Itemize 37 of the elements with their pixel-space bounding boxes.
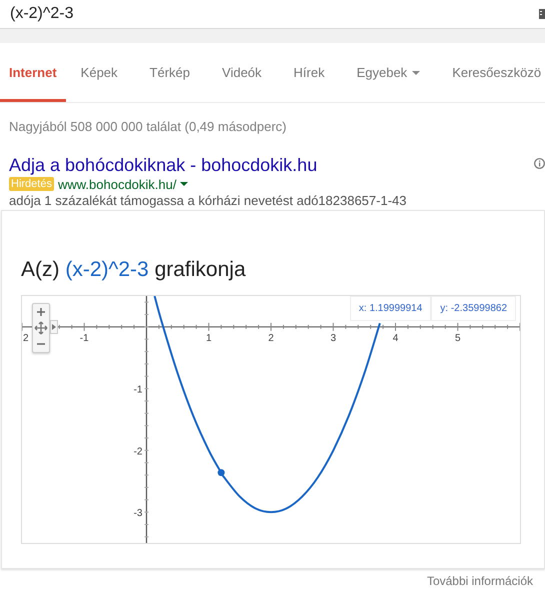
ad-badge: Hirdetés — [9, 177, 54, 191]
cursor-point[interactable] — [218, 469, 225, 476]
axis-tick-label: 3 — [330, 332, 336, 344]
expand-button[interactable] — [50, 320, 58, 334]
tab[interactable]: Videók — [222, 43, 262, 102]
tab[interactable]: Képek — [80, 43, 118, 102]
dropdown-caret-icon[interactable] — [180, 182, 188, 186]
axis-tick-label: -1 — [134, 384, 142, 396]
axis-tick-label: -1 — [80, 332, 89, 344]
info-icon[interactable] — [534, 158, 545, 169]
axis-tick-label: -2 — [134, 446, 142, 458]
ad-description: adója 1 százalékát támogassa a kórházi nevetést adó18238657-1-43 — [9, 192, 408, 210]
plus-icon — [36, 307, 46, 317]
graph-title: A(z) (x-2)^2-3 grafikonja — [21, 257, 246, 283]
axis-tick-label: 4 — [392, 332, 398, 344]
tab[interactable]: Egyebek — [356, 43, 420, 102]
tab[interactable]: Internet — [0, 43, 66, 102]
move-icon — [34, 321, 48, 335]
coordinate-readout: y: -2.35999862 — [431, 296, 516, 321]
ad-title-link[interactable]: Adja a bohócdokiknak - bohocdokik.hu — [9, 154, 536, 176]
axis-tick-label: 2 — [268, 332, 274, 344]
axis-tick-label: -3 — [134, 508, 142, 520]
tab[interactable]: Térkép — [150, 43, 190, 102]
coordinate-readout: x: 1.19999914 — [350, 296, 432, 321]
result-stats: Nagyjából 508 000 000 találat (0,49 másodperc) — [8, 118, 288, 134]
axis-tick-label: 5 — [454, 332, 461, 344]
dropdown-caret-icon — [412, 70, 420, 74]
more-info-link[interactable]: További információk — [426, 574, 533, 588]
tab[interactable]: Keresőeszközö — [452, 43, 542, 102]
axis-tick-label: 1 — [206, 332, 212, 344]
ad-url: www.bohocdokik.hu/ — [58, 176, 176, 192]
pan-button[interactable] — [33, 320, 49, 336]
tab[interactable]: Hírek — [294, 43, 325, 102]
graph-panel[interactable]: 2 -1 1 2 3 4 5 -1 -2 -3 x: 1.19999914 y: -2.35999862 — [21, 295, 521, 544]
axis-tick-label: 2 — [23, 332, 29, 344]
search-field[interactable]: (x-2)^2-3 — [0, 1, 400, 27]
triangle-right-icon — [52, 324, 56, 330]
